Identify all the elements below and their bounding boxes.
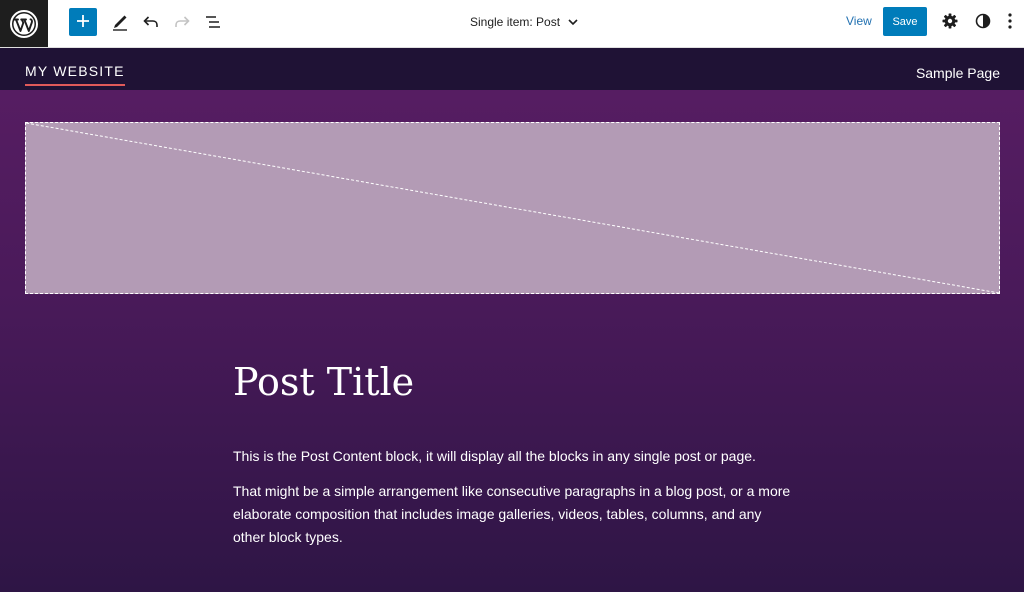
- vertical-ellipsis-icon: [1007, 12, 1013, 33]
- redo-icon: [173, 13, 191, 34]
- save-button[interactable]: Save: [883, 7, 927, 36]
- half-circle-icon: [974, 12, 992, 33]
- site-header[interactable]: MY WEBSITE Sample Page: [0, 48, 1024, 90]
- gear-icon: [941, 12, 959, 33]
- options-button[interactable]: [999, 8, 1021, 36]
- featured-image-placeholder[interactable]: [25, 122, 1000, 294]
- settings-button[interactable]: [937, 8, 963, 36]
- chevron-down-icon: [567, 16, 579, 28]
- post-paragraph[interactable]: That might be a simple arrangement like …: [233, 480, 793, 549]
- document-title: Single item: Post: [470, 15, 561, 29]
- list-view-button[interactable]: [199, 8, 227, 38]
- post-content-area: Post Title This is the Post Content bloc…: [0, 90, 1024, 592]
- editor-canvas: MY WEBSITE Sample Page Post Title This i…: [0, 48, 1024, 592]
- tools-button[interactable]: [106, 8, 134, 38]
- site-title[interactable]: MY WEBSITE: [25, 63, 125, 86]
- undo-icon: [142, 13, 160, 34]
- pencil-icon: [111, 13, 129, 34]
- add-block-button[interactable]: [69, 8, 97, 36]
- wordpress-logo-icon[interactable]: [0, 0, 48, 47]
- editor-toolbar: Single item: Post View Save: [0, 0, 1024, 48]
- styles-button[interactable]: [970, 8, 996, 36]
- document-title-dropdown[interactable]: Single item: Post: [470, 11, 579, 33]
- view-link[interactable]: View: [846, 14, 872, 28]
- undo-button[interactable]: [137, 8, 165, 38]
- plus-icon: [76, 14, 90, 31]
- image-placeholder-icon: [26, 123, 999, 293]
- list-view-icon: [204, 13, 222, 34]
- post-title[interactable]: Post Title: [233, 360, 414, 404]
- post-paragraph[interactable]: This is the Post Content block, it will …: [233, 445, 793, 468]
- redo-button[interactable]: [168, 8, 196, 38]
- nav-link-sample-page[interactable]: Sample Page: [916, 65, 1000, 81]
- post-content[interactable]: This is the Post Content block, it will …: [233, 445, 793, 561]
